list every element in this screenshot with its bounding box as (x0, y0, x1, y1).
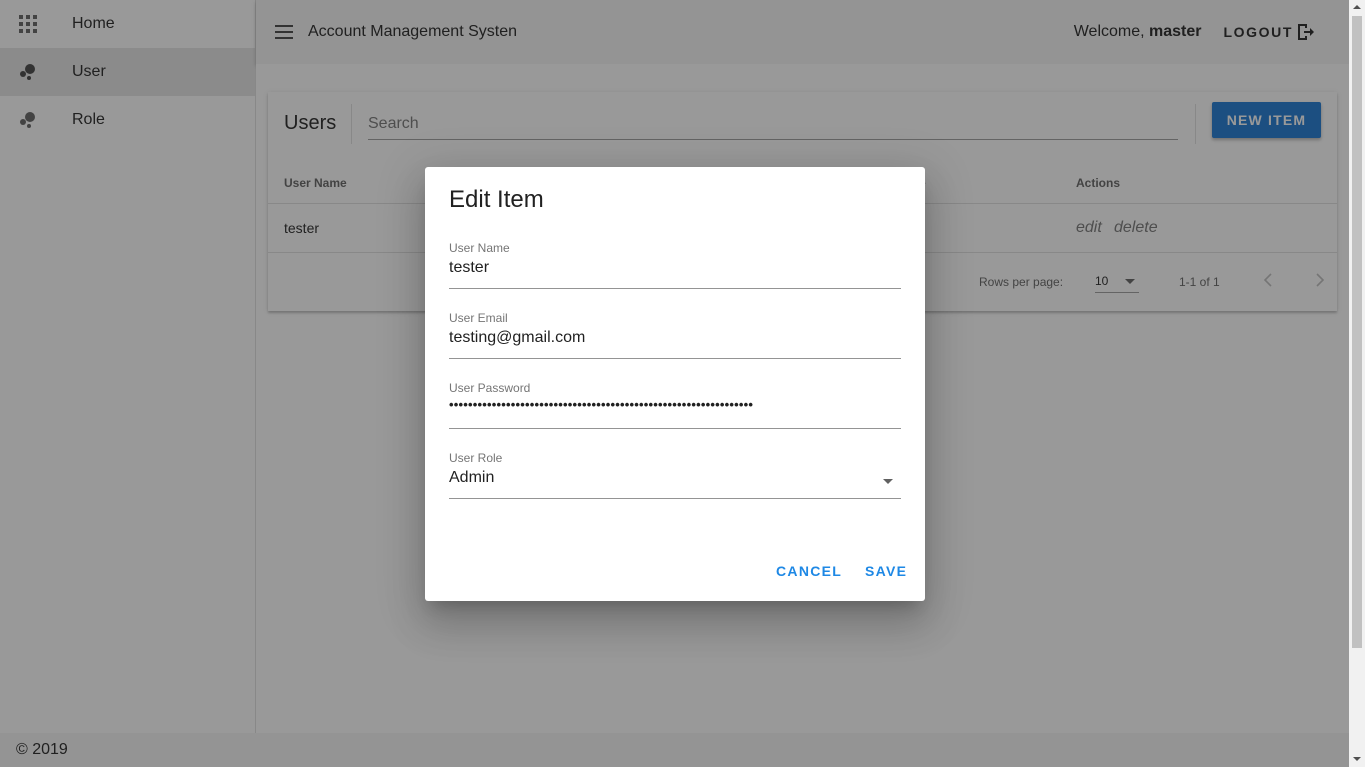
scroll-up-icon[interactable] (1353, 5, 1361, 9)
scroll-thumb[interactable] (1352, 16, 1362, 648)
scroll-down-icon[interactable] (1353, 757, 1361, 761)
user-password-input[interactable]: ••••••••••••••••••••••••••••••••••••••••… (449, 397, 753, 412)
edit-item-dialog: Edit Item User Name tester User Email te… (425, 167, 925, 601)
user-email-input[interactable]: testing@gmail.com (449, 329, 585, 347)
field-label: User Password (449, 381, 531, 395)
chevron-down-icon[interactable] (883, 479, 893, 484)
save-button[interactable]: SAVE (865, 563, 907, 579)
user-email-field[interactable]: User Email testing@gmail.com (449, 311, 901, 359)
dialog-title: Edit Item (449, 186, 544, 213)
field-label: User Role (449, 451, 503, 465)
user-role-value: Admin (449, 469, 495, 486)
cancel-button[interactable]: CANCEL (776, 563, 842, 579)
user-name-field[interactable]: User Name tester (449, 241, 901, 289)
field-label: User Email (449, 311, 508, 325)
field-label: User Name (449, 241, 510, 255)
user-name-input[interactable]: tester (449, 259, 489, 277)
page-scrollbar[interactable] (1349, 0, 1365, 767)
user-role-select[interactable]: User Role Admin (449, 451, 901, 499)
user-password-field[interactable]: User Password ••••••••••••••••••••••••••… (449, 381, 901, 429)
